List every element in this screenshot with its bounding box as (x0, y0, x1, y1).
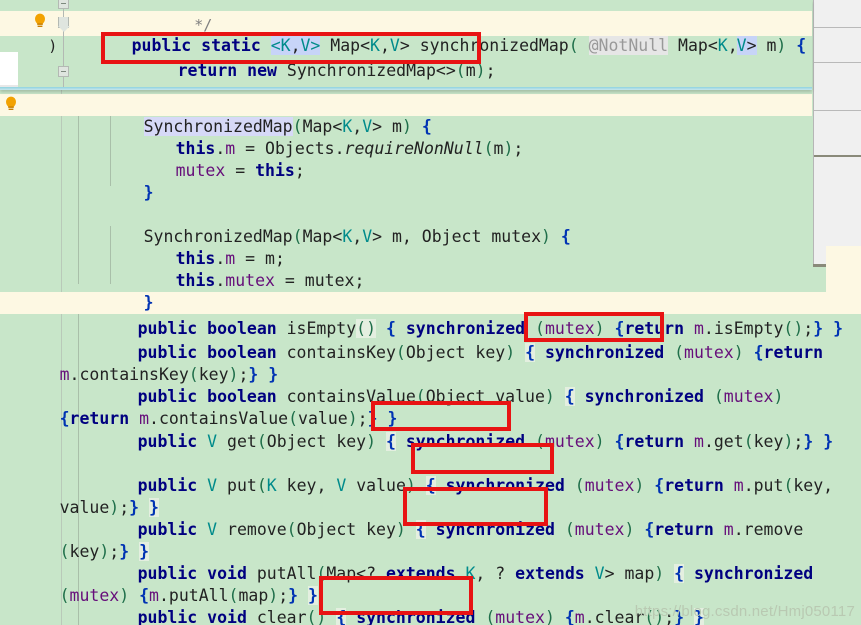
intention-bulb-icon[interactable] (33, 13, 47, 29)
code-fold-collapse-icon[interactable] (58, 0, 69, 9)
secondary-pane-strip[interactable] (813, 0, 861, 264)
code-fold-collapse-icon[interactable] (58, 66, 69, 77)
code-line-return-new[interactable]: return new SynchronizedMap<>(m); (118, 38, 496, 90)
popup-bottom-edge (0, 87, 812, 90)
screenshot-root: SynchronizedMap(Map<K,V> m) { this.m = O… (0, 0, 861, 625)
code-fold-collapse-icon[interactable] (58, 17, 70, 32)
main-editor-canvas[interactable]: SynchronizedMap(Map<K,V> m) { this.m = O… (0, 0, 861, 625)
bleed-fragment-3: mutex (812, 266, 861, 332)
quick-definition-popup[interactable]: ) */ public static <K,V> Map<K,V> synchr… (0, 0, 812, 90)
popup-left-fragment: ) (48, 37, 58, 55)
watermark-text: https://blog.csdn.net/Hmj050117 (634, 603, 855, 620)
code-line-close-brace[interactable]: } (72, 62, 142, 90)
intention-bulb-icon[interactable] (4, 96, 18, 112)
code-line-clear[interactable]: public void clear() { synchronized (mute… (78, 585, 704, 625)
indent-guide (78, 94, 79, 284)
code-line-size-clipped[interactable]: public int size() { synchronized (mutex)… (78, 284, 861, 296)
